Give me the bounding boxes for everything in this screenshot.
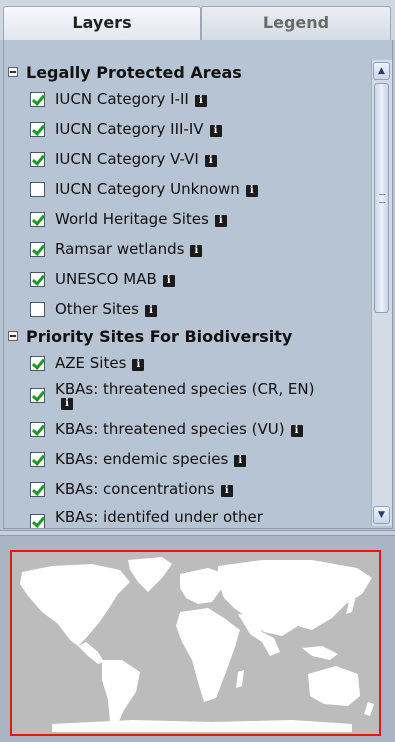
layer-checkbox[interactable] [30, 356, 45, 371]
info-icon[interactable]: i [132, 359, 145, 371]
layer-label: IUCN Category I-II [55, 90, 189, 108]
world-map-icon [20, 557, 374, 732]
layer-checkbox[interactable] [30, 272, 45, 287]
layer-item-iucn-i-ii: IUCN Category I-II i [28, 86, 368, 116]
layer-label: IUCN Category Unknown [55, 180, 240, 198]
layer-label: KBAs: concentrations [55, 480, 215, 498]
layer-label: World Heritage Sites [55, 210, 209, 228]
layer-item-other-sites: Other Sites i [28, 296, 368, 326]
layer-checkbox[interactable] [30, 422, 45, 437]
collapse-icon[interactable] [8, 67, 18, 77]
layer-item-kba-cr-en: KBAs: threatened species (CR, EN) i [28, 376, 368, 418]
layer-item-ramsar: Ramsar wetlands i [28, 236, 368, 266]
layer-label: IUCN Category V-VI [55, 150, 199, 168]
scrollbar-thumb[interactable] [374, 83, 389, 313]
layer-item-kba-vu: KBAs: threatened species (VU) i [28, 416, 368, 446]
layer-checkbox[interactable] [30, 122, 45, 137]
layer-checkbox[interactable] [30, 212, 45, 227]
info-icon[interactable]: i [220, 485, 233, 497]
overview-map-extent-box[interactable] [10, 550, 381, 736]
layer-checkbox[interactable] [30, 92, 45, 107]
layers-scrollbar[interactable]: ▲ ▼ [371, 60, 392, 526]
scroll-down-arrow-icon[interactable]: ▼ [373, 506, 390, 524]
layer-item-iucn-v-vi: IUCN Category V-VI i [28, 146, 368, 176]
scroll-up-arrow-icon[interactable]: ▲ [373, 62, 390, 80]
layer-label: Ramsar wetlands [55, 240, 185, 258]
collapse-icon[interactable] [8, 331, 18, 341]
group-header-legally-protected-areas[interactable]: Legally Protected Areas [8, 60, 242, 84]
info-icon[interactable]: i [194, 95, 207, 107]
info-icon[interactable]: i [234, 455, 247, 467]
layers-panel: Legally Protected Areas IUCN Category I-… [3, 40, 393, 529]
layer-item-iucn-iii-iv: IUCN Category III-IV i [28, 116, 368, 146]
overview-map-panel [0, 536, 395, 742]
layer-item-iucn-unknown: IUCN Category Unknown i [28, 176, 368, 206]
layer-checkbox[interactable] [30, 514, 45, 528]
layer-label: AZE Sites [55, 354, 127, 372]
group-header-priority-sites[interactable]: Priority Sites For Biodiversity [8, 324, 292, 348]
layer-checkbox[interactable] [30, 482, 45, 497]
group-title: Legally Protected Areas [26, 62, 242, 82]
layer-item-kba-concentrations: KBAs: concentrations i [28, 476, 368, 506]
layer-item-kba-other: KBAs: identifed under other [28, 504, 368, 528]
tab-layers[interactable]: Layers [3, 6, 201, 40]
layer-label: Other Sites [55, 300, 139, 318]
layer-label: KBAs: identifed under other [55, 508, 263, 526]
info-icon[interactable]: i [214, 215, 227, 227]
tab-legend[interactable]: Legend [201, 6, 391, 40]
layer-checkbox[interactable] [30, 302, 45, 317]
info-icon[interactable]: i [209, 125, 222, 137]
info-icon[interactable]: i [204, 155, 217, 167]
layer-item-world-heritage: World Heritage Sites i [28, 206, 368, 236]
info-icon[interactable]: i [162, 275, 175, 287]
info-icon[interactable]: i [190, 245, 203, 257]
layer-checkbox[interactable] [30, 152, 45, 167]
layer-label: UNESCO MAB [55, 270, 157, 288]
info-icon[interactable]: i [245, 185, 258, 197]
tab-bar: Layers Legend [0, 0, 395, 40]
group-title: Priority Sites For Biodiversity [26, 326, 293, 346]
layer-label: IUCN Category III-IV [55, 120, 204, 138]
layer-item-kba-endemic: KBAs: endemic species i [28, 446, 368, 476]
layer-checkbox[interactable] [30, 388, 45, 403]
layer-label: KBAs: endemic species [55, 450, 229, 468]
info-icon[interactable]: i [144, 305, 157, 317]
info-icon[interactable]: i [290, 425, 303, 437]
info-icon[interactable]: i [61, 398, 73, 410]
layer-checkbox[interactable] [30, 182, 45, 197]
layer-label: KBAs: threatened species (VU) [55, 420, 285, 438]
grip-icon [379, 194, 385, 203]
layer-checkbox[interactable] [30, 452, 45, 467]
layer-checkbox[interactable] [30, 242, 45, 257]
layer-item-unesco-mab: UNESCO MAB i [28, 266, 368, 296]
layer-label: KBAs: threatened species (CR, EN) [55, 380, 315, 398]
